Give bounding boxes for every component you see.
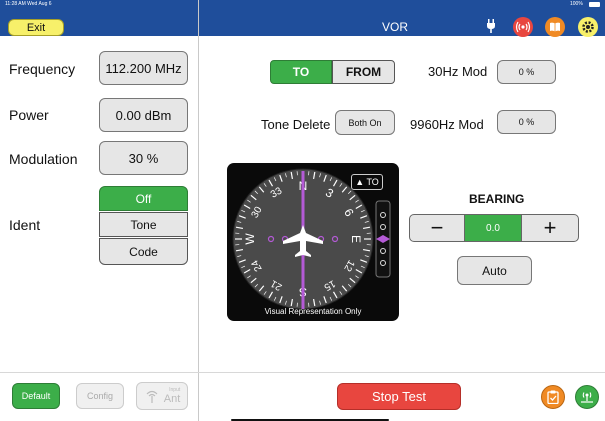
- indicator-caption: Visual Representation Only: [264, 307, 362, 316]
- panel-divider: [198, 0, 199, 421]
- page-title: VOR: [381, 20, 408, 34]
- ident-tone-button[interactable]: Tone: [99, 212, 188, 237]
- network-antenna-icon[interactable]: [575, 385, 599, 409]
- frequency-value-button[interactable]: 112.200 MHz: [99, 51, 188, 85]
- modulation-value-button[interactable]: 30 %: [99, 141, 188, 175]
- bearing-label: BEARING: [469, 192, 525, 206]
- from-button[interactable]: FROM: [332, 60, 395, 84]
- settings-gear-icon[interactable]: [578, 17, 598, 37]
- clipboard-check-icon[interactable]: [541, 385, 565, 409]
- auto-button[interactable]: Auto: [457, 256, 532, 285]
- ident-off-button[interactable]: Off: [99, 186, 188, 211]
- antenna-icon: [146, 390, 158, 403]
- battery-icon: [589, 2, 600, 7]
- status-battery: 100%: [570, 1, 583, 7]
- ident-label: Ident: [9, 217, 41, 233]
- default-button[interactable]: Default: [12, 383, 60, 409]
- plug-icon: [487, 19, 495, 33]
- stop-test-button[interactable]: Stop Test: [337, 383, 461, 410]
- to-flag: ▲ TO: [351, 174, 383, 190]
- mod30-value-button[interactable]: 0 %: [497, 60, 556, 84]
- compass-label: E: [349, 235, 363, 243]
- status-time: 11:28 AM Wed Aug 6: [5, 1, 52, 7]
- to-button[interactable]: TO: [270, 60, 332, 84]
- modulation-label: Modulation: [9, 151, 78, 167]
- bearing-value[interactable]: 0.0: [465, 214, 521, 242]
- footer-divider: [0, 372, 605, 373]
- mod9960-value-button[interactable]: 0 %: [497, 110, 556, 134]
- frequency-label: Frequency: [9, 61, 76, 77]
- tone-delete-label: Tone Delete: [261, 117, 331, 132]
- mod30-label: 30Hz Mod: [428, 64, 488, 79]
- antenna-label: Ant: [163, 393, 181, 405]
- exit-button[interactable]: Exit: [8, 19, 64, 36]
- book-icon[interactable]: [545, 17, 565, 37]
- bearing-plus-button[interactable]: +: [521, 214, 579, 242]
- power-value-button[interactable]: 0.00 dBm: [99, 98, 188, 132]
- tone-delete-button[interactable]: Both On: [335, 110, 395, 135]
- ident-code-button[interactable]: Code: [99, 238, 188, 265]
- antenna-button[interactable]: Input Ant: [136, 382, 188, 410]
- mod9960-label: 9960Hz Mod: [410, 117, 484, 132]
- config-button[interactable]: Config: [76, 383, 124, 409]
- power-label: Power: [9, 107, 49, 123]
- transmit-icon[interactable]: [513, 17, 533, 37]
- bearing-minus-button[interactable]: −: [409, 214, 465, 242]
- compass-label: W: [243, 233, 257, 245]
